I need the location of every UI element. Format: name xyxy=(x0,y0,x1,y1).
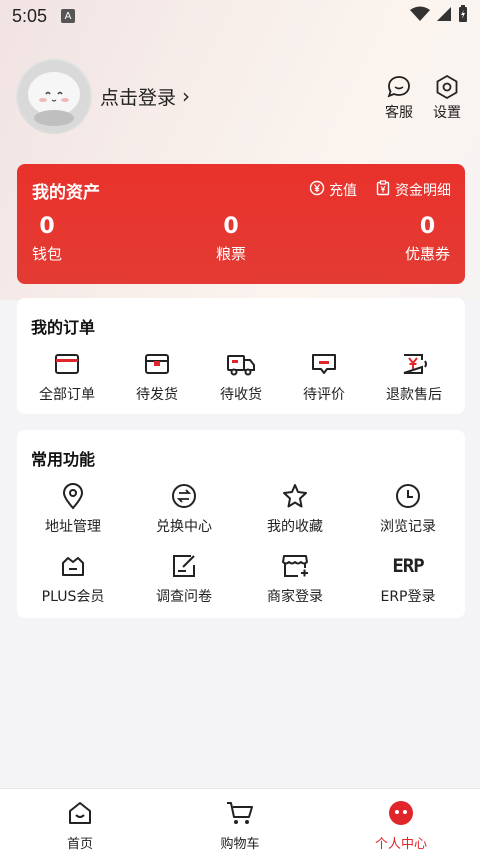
order-to-review-button[interactable]: 待评价 xyxy=(276,350,372,404)
erp-icon: ERP xyxy=(392,552,424,580)
refund-icon xyxy=(400,350,428,378)
notification-badge: A xyxy=(61,9,76,23)
yen-circle-icon xyxy=(309,180,325,200)
tab-cart[interactable]: 购物车 xyxy=(190,799,290,852)
wifi-icon xyxy=(410,6,430,27)
recharge-label: 充值 xyxy=(329,183,357,199)
browsing-history-button[interactable]: 浏览记录 xyxy=(360,482,456,536)
functions-card: 常用功能 地址管理 兑换中心 我的收藏 浏览记录 PLUS会员 调查问卷 商家登… xyxy=(17,430,465,618)
address-management-label: 地址管理 xyxy=(45,519,101,535)
tab-home[interactable]: 首页 xyxy=(30,799,130,852)
cart-icon xyxy=(225,799,255,827)
plus-member-button[interactable]: PLUS会员 xyxy=(25,552,121,606)
erp-login-button[interactable]: ERP ERP登录 xyxy=(360,552,456,606)
exchange-icon xyxy=(170,482,198,510)
refund-after-sale-button[interactable]: 退款售后 xyxy=(366,350,462,404)
star-icon xyxy=(281,482,309,510)
refund-after-sale-label: 退款售后 xyxy=(386,387,442,403)
login-link[interactable]: 点击登录 › xyxy=(100,83,190,110)
tab-profile-label: 个人中心 xyxy=(374,837,427,852)
top-actions: 客服 设置 xyxy=(382,74,464,122)
order-to-receive-label: 待收货 xyxy=(220,387,262,403)
assets-links: 充值 资金明细 xyxy=(309,180,451,200)
order-to-ship-label: 待发货 xyxy=(136,387,178,403)
avatar[interactable] xyxy=(16,58,92,134)
order-all-button[interactable]: 全部订单 xyxy=(19,350,115,404)
box-icon xyxy=(143,350,171,378)
settings-button[interactable]: 设置 xyxy=(430,74,464,122)
battery-icon xyxy=(458,4,468,28)
erp-login-label: ERP登录 xyxy=(380,589,436,605)
store-icon xyxy=(280,552,310,580)
wallet-value: 0 xyxy=(39,214,55,239)
order-to-receive-button[interactable]: 待收货 xyxy=(193,350,289,404)
merchant-login-button[interactable]: 商家登录 xyxy=(247,552,343,606)
coupon-value: 0 xyxy=(419,214,436,239)
functions-title: 常用功能 xyxy=(31,450,96,469)
grain-ticket-label: 粮票 xyxy=(216,245,247,263)
my-favorites-button[interactable]: 我的收藏 xyxy=(247,482,343,536)
tab-cart-label: 购物车 xyxy=(220,837,260,852)
exchange-center-button[interactable]: 兑换中心 xyxy=(136,482,232,536)
settings-label: 设置 xyxy=(433,105,461,121)
coupon-item[interactable]: 0 优惠券 xyxy=(405,214,450,264)
customer-service-button[interactable]: 客服 xyxy=(382,74,416,122)
card-icon xyxy=(53,350,81,378)
chevron-right-icon: › xyxy=(182,84,191,108)
truck-icon xyxy=(226,350,256,378)
tab-home-label: 首页 xyxy=(66,837,93,852)
chat-icon xyxy=(386,74,412,100)
coupon-label: 优惠券 xyxy=(404,245,450,263)
status-bar: 5:05 A xyxy=(0,0,480,32)
wallet-item[interactable]: 0 钱包 xyxy=(32,214,62,264)
exchange-center-label: 兑换中心 xyxy=(156,519,212,535)
merchant-login-label: 商家登录 xyxy=(267,589,323,605)
home-icon xyxy=(66,799,94,827)
robot-avatar-icon xyxy=(18,60,90,132)
fund-details-link[interactable]: 资金明细 xyxy=(375,180,451,200)
crown-basket-icon xyxy=(59,552,87,580)
browsing-history-label: 浏览记录 xyxy=(380,519,436,535)
customer-service-label: 客服 xyxy=(385,105,413,121)
assets-card: 我的资产 充值 资金明细 0 钱包 0 粮票 0 优惠券 xyxy=(17,164,465,284)
tab-profile[interactable]: 个人中心 xyxy=(351,799,451,852)
login-label: 点击登录 xyxy=(100,86,177,109)
clock-icon xyxy=(394,482,422,510)
grain-ticket-item[interactable]: 0 粮票 xyxy=(216,214,246,264)
my-favorites-label: 我的收藏 xyxy=(267,519,323,535)
clipboard-yen-icon xyxy=(375,180,391,200)
erp-icon-text: ERP xyxy=(392,555,424,577)
orders-title: 我的订单 xyxy=(31,318,96,337)
address-management-button[interactable]: 地址管理 xyxy=(25,482,121,536)
profile-header: 点击登录 › 客服 设置 xyxy=(16,56,464,136)
survey-button[interactable]: 调查问卷 xyxy=(136,552,232,606)
comment-icon xyxy=(310,350,338,378)
status-time: 5:05 xyxy=(12,5,48,26)
profile-face-icon xyxy=(387,799,415,827)
grain-ticket-value: 0 xyxy=(223,214,239,239)
plus-member-label: PLUS会员 xyxy=(41,589,105,605)
order-to-review-label: 待评价 xyxy=(303,387,345,403)
wallet-label: 钱包 xyxy=(32,245,63,263)
bottom-tab-bar: 首页 购物车 个人中心 xyxy=(0,788,480,854)
orders-card: 我的订单 全部订单 待发货 待收货 待评价 退款售后 xyxy=(17,298,465,414)
assets-title: 我的资产 xyxy=(32,183,100,203)
gear-icon xyxy=(434,74,460,100)
status-icons xyxy=(410,4,468,28)
fund-details-label: 资金明细 xyxy=(395,183,451,199)
order-all-label: 全部订单 xyxy=(39,387,95,403)
survey-edit-icon xyxy=(170,552,198,580)
survey-label: 调查问卷 xyxy=(156,589,212,605)
order-to-ship-button[interactable]: 待发货 xyxy=(109,350,205,404)
signal-icon xyxy=(436,6,452,27)
recharge-link[interactable]: 充值 xyxy=(309,180,357,200)
location-pin-icon xyxy=(60,482,86,510)
